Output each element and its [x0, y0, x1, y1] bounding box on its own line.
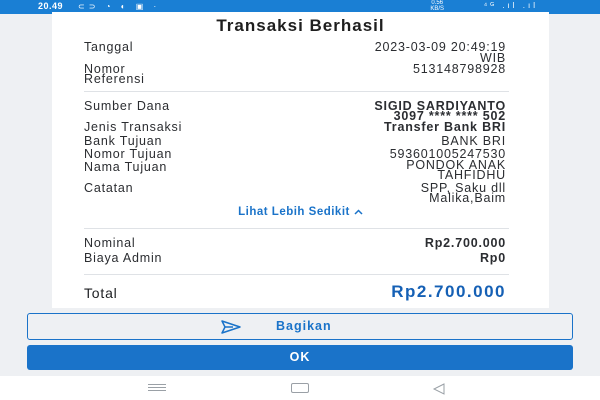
back-icon[interactable]	[432, 382, 446, 395]
tanggal-label: Tanggal	[84, 40, 134, 54]
signal-icons: ⁴ᴳ .ıl .ıl	[483, 1, 538, 10]
nomor-tujuan-label: Nomor Tujuan	[84, 147, 173, 161]
catatan-value-line2: Malika,Baim	[429, 191, 506, 205]
receipt-title: Transaksi Berhasil	[216, 16, 385, 35]
divider	[84, 274, 509, 275]
biaya-admin-value: Rp0	[479, 251, 506, 265]
toggle-details-label: Lihat Lebih Sedikit	[238, 206, 350, 218]
nominal-label: Nominal	[84, 236, 136, 250]
bank-tujuan-value: BANK BRI	[441, 134, 506, 148]
toggle-details-link[interactable]: Lihat Lebih Sedikit	[52, 206, 549, 218]
notification-icons: ⊂⊃ ◔ ◐ ▣ ·	[78, 2, 161, 11]
ok-button[interactable]: OK	[27, 345, 573, 370]
sumber-dana-label: Sumber Dana	[84, 99, 170, 113]
system-nav-bar	[0, 376, 600, 400]
divider	[84, 91, 509, 92]
send-icon	[221, 319, 241, 335]
home-icon[interactable]	[291, 383, 309, 393]
referensi-label-line2: Referensi	[84, 72, 145, 86]
jenis-transaksi-label: Jenis Transaksi	[84, 120, 183, 134]
network-speed: 0.56 KB/S	[430, 0, 444, 12]
share-button[interactable]: Bagikan	[27, 313, 573, 340]
receipt-card: Transaksi Berhasil Tanggal 2023-03-09 20…	[52, 12, 549, 308]
status-time: 20.49	[38, 1, 64, 11]
recent-apps-icon[interactable]	[148, 384, 166, 392]
share-button-label: Bagikan	[276, 319, 332, 333]
bank-tujuan-label: Bank Tujuan	[84, 134, 163, 148]
biaya-admin-label: Biaya Admin	[84, 251, 163, 265]
divider	[84, 228, 509, 229]
catatan-label: Catatan	[84, 181, 134, 195]
nominal-value: Rp2.700.000	[424, 236, 506, 250]
nama-tujuan-label: Nama Tujuan	[84, 160, 168, 174]
ok-button-label: OK	[289, 350, 311, 364]
total-value: Rp2.700.000	[391, 282, 506, 301]
chevron-up-icon	[354, 207, 363, 217]
referensi-value: 513148798928	[412, 62, 506, 76]
total-label: Total	[84, 285, 118, 301]
jenis-transaksi-value: Transfer Bank BRI	[384, 120, 506, 134]
nama-tujuan-value-line2: TAHFIDHU	[437, 168, 506, 182]
